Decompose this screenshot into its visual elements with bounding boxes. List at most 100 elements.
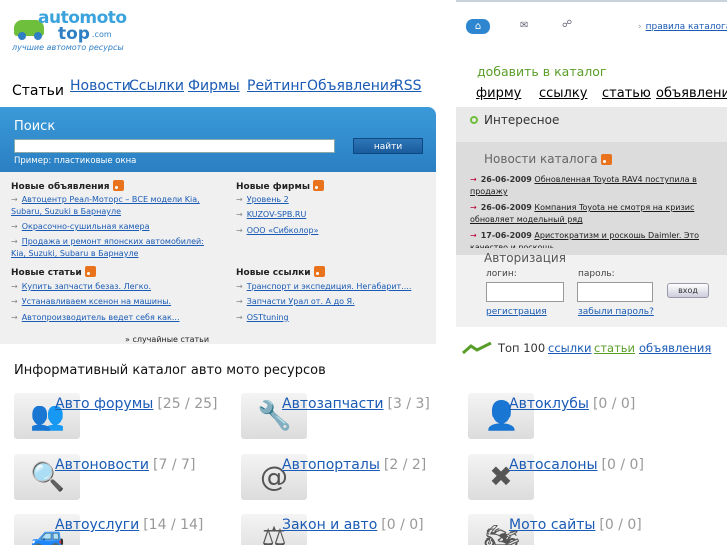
category-link[interactable]: Закон и авто — [282, 517, 377, 533]
auth-title: Авторизация — [484, 251, 566, 265]
nav-item-ads[interactable]: Объявления — [307, 78, 397, 95]
add-article-link[interactable]: статью — [602, 86, 651, 101]
login-label: логин: — [486, 269, 517, 279]
new-articles-title: Новые статьи — [11, 266, 96, 278]
list-item[interactable]: → Продажа и ремонт японских автомобилей: … — [11, 236, 211, 260]
password-input[interactable] — [577, 282, 653, 302]
password-label: пароль: — [578, 269, 615, 279]
interesting-title: Интересное — [484, 113, 560, 127]
list-item[interactable]: → Транспорт и экспедиция. Негабарит.... — [236, 281, 411, 293]
add-ad-link[interactable]: объявлени — [656, 86, 727, 101]
rss-icon[interactable] — [313, 266, 325, 277]
search-title: Поиск — [14, 119, 56, 134]
nav-item-rating[interactable]: Рейтинг — [247, 78, 307, 94]
add-to-catalog-title: добавить в каталог — [477, 64, 607, 79]
add-link-link[interactable]: ссылку — [539, 86, 587, 101]
mail-icon[interactable]: ✉ — [520, 20, 528, 31]
category-count: [2 / 2] — [383, 457, 427, 473]
auth-panel: Авторизация логин: пароль: вход регистра… — [456, 251, 727, 327]
list-item[interactable]: → ООО «Сибколор» — [236, 225, 318, 237]
wheel-icon — [34, 32, 42, 40]
list-item[interactable]: → Автопроизводитель ведет себя как... — [11, 312, 180, 324]
category-link[interactable]: Автопорталы — [282, 457, 380, 473]
forgot-password-link[interactable]: забыли пароль? — [578, 307, 654, 317]
add-firm-link[interactable]: фирму — [476, 86, 521, 101]
logo-dotcom: .com — [92, 30, 112, 39]
search-button[interactable]: найти — [353, 138, 423, 154]
category-item[interactable]: @ Автопорталы [2 / 2] — [241, 454, 451, 504]
search-hint: Пример: пластиковые окна — [14, 156, 137, 166]
rss-icon[interactable] — [84, 266, 96, 277]
list-item[interactable]: → Окрасочно-сушильная камера — [11, 221, 211, 233]
right-panel: Интересное Новости каталога → 26-06-2009 … — [456, 107, 727, 327]
category-link[interactable]: Автозапчасти — [282, 396, 384, 412]
rss-icon[interactable] — [600, 154, 612, 165]
category-count: [25 / 25] — [157, 396, 218, 412]
interesting-icon — [470, 116, 478, 124]
list-item[interactable]: → Купить запчасти безаз. Легко. — [11, 281, 151, 293]
site-logo[interactable]: automoto top .com лучшие автомото ресурс… — [10, 6, 127, 56]
list-item[interactable]: → Запчасти Урал от. А до Я. — [236, 296, 355, 308]
login-input[interactable] — [486, 282, 564, 302]
category-link[interactable]: Авто форумы — [55, 396, 153, 412]
search-panel: Поиск найти Пример: пластиковые окна — [0, 107, 436, 172]
nav-item-news[interactable]: Новости — [70, 78, 131, 94]
rss-icon[interactable] — [112, 180, 124, 191]
category-count: [0 / 0] — [601, 457, 644, 473]
nav-item-rss[interactable]: RSS — [394, 78, 422, 94]
logo-slogan: лучшие автомото ресурсы — [12, 43, 124, 52]
nav-item-firms[interactable]: Фирмы — [188, 78, 240, 94]
category-count: [7 / 7] — [153, 457, 196, 473]
category-count: [3 / 3] — [387, 396, 430, 412]
catalog-rules-link[interactable]: › правила каталога — [638, 22, 727, 32]
news-item[interactable]: → 26-06-2009 Обновленная Toyota RAV4 пост… — [470, 174, 720, 198]
category-count: [0 / 0] — [599, 517, 642, 533]
top100-articles-link[interactable]: статьи — [594, 341, 635, 355]
logo-word-top: top — [58, 24, 90, 44]
category-link[interactable]: Автоновости — [55, 457, 149, 473]
list-item[interactable]: → KUZOV-SPB.RU — [236, 209, 306, 221]
wheel-icon — [18, 32, 26, 40]
new-links-title: Новые ссылки — [236, 266, 325, 278]
home-icon[interactable]: ⌂ — [466, 19, 490, 34]
nav-item-links[interactable]: Ссылки — [129, 78, 184, 94]
category-count: [0 / 0] — [381, 517, 424, 533]
catalog-news-title: Новости каталога — [484, 152, 612, 166]
top100-links-link[interactable]: ссылки — [548, 341, 592, 355]
category-item[interactable]: 👥 Авто форумы [25 / 25] — [14, 393, 224, 443]
list-item[interactable]: → Уровень 2 — [236, 194, 289, 206]
top-divider — [456, 0, 727, 2]
search-input[interactable] — [14, 139, 335, 153]
news-item[interactable]: → 17-06-2009 Аристократизм и роскошь Daim… — [470, 230, 720, 248]
rss-icon[interactable] — [312, 180, 324, 191]
top100-ads-link[interactable]: объявления — [639, 341, 711, 355]
category-item[interactable]: 👤 Автоклубы [0 / 0] — [468, 393, 678, 443]
catalog-title: Информативный каталог авто мото ресурсов — [14, 363, 326, 378]
category-link[interactable]: Автоклубы — [509, 396, 589, 412]
list-item[interactable]: → OSTtuning — [236, 312, 289, 324]
category-link[interactable]: Автосалоны — [509, 457, 598, 473]
nav-item-articles-current: Статьи — [12, 83, 65, 99]
category-item[interactable]: ✖ Автосалоны [0 / 0] — [468, 454, 678, 504]
top100-label: Топ 100 — [498, 341, 546, 355]
list-item[interactable]: → Устанавливаем ксенон на машины. — [11, 296, 171, 308]
category-item[interactable]: 🔍 Автоновости [7 / 7] — [14, 454, 224, 504]
sitemap-icon[interactable]: ☍ — [562, 19, 572, 30]
category-count: [0 / 0] — [592, 396, 636, 412]
new-items-panel: Новые объявления → Автоцентр Реал-Моторс … — [0, 172, 436, 344]
category-item[interactable]: 🏍 Мото сайты [0 / 0] — [468, 514, 678, 545]
category-count: [14 / 14] — [143, 517, 204, 533]
list-item[interactable]: → Автоцентр Реал-Моторс – ВСЕ модели Kia,… — [11, 194, 211, 218]
category-link[interactable]: Мото сайты — [509, 517, 595, 533]
trend-check-icon — [462, 342, 492, 354]
new-firms-title: Новые фирмы — [236, 180, 324, 192]
category-item[interactable]: ⚖ Закон и авто [0 / 0] — [241, 514, 451, 545]
news-item[interactable]: → 26-06-2009 Компания Toyota не смотря на… — [470, 202, 720, 226]
category-item[interactable]: 🚙 Автоуслуги [14 / 14] — [14, 514, 224, 545]
random-articles-link[interactable]: » случайные статьи — [125, 335, 209, 344]
register-link[interactable]: регистрация — [486, 307, 547, 317]
category-item[interactable]: 🔧 Автозапчасти [3 / 3] — [241, 393, 451, 443]
new-ads-title: Новые объявления — [11, 180, 124, 192]
category-link[interactable]: Автоуслуги — [55, 517, 139, 533]
login-button[interactable]: вход — [667, 283, 709, 298]
